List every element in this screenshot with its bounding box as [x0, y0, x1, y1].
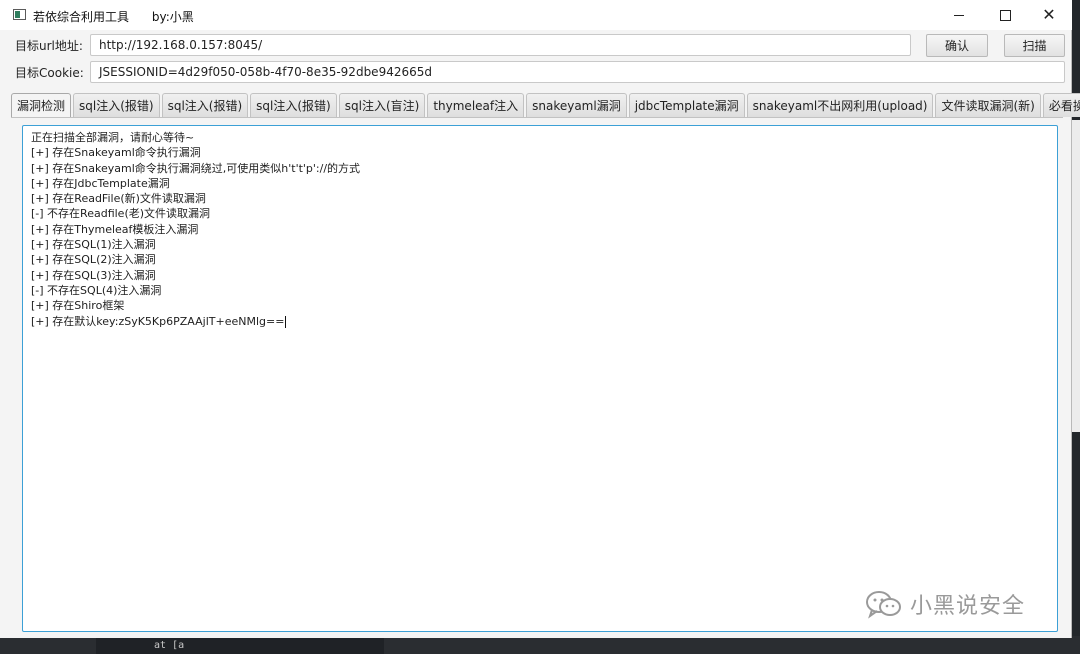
- log-line: [+] 存在Shiro框架: [31, 299, 125, 313]
- log-line: [+] 存在JdbcTemplate漏洞: [31, 176, 170, 190]
- cookie-label: 目标Cookie:: [15, 66, 84, 80]
- tab-sql-error-2[interactable]: sql注入(报错): [161, 93, 249, 117]
- minimize-icon: [954, 14, 964, 16]
- log-line: [+] 存在SQL(1)注入漏洞: [31, 238, 156, 252]
- tab-jdbctemplate[interactable]: jdbcTemplate漏洞: [628, 93, 745, 117]
- tab-bar: 漏洞检测 sql注入(报错) sql注入(报错) sql注入(报错) sql注入…: [11, 93, 1080, 117]
- log-line: [-] 不存在Readfile(老)文件读取漏洞: [31, 207, 211, 221]
- tab-vuln-detect[interactable]: 漏洞检测: [11, 93, 72, 117]
- background-terminal: [96, 638, 384, 654]
- close-button[interactable]: ✕: [1026, 0, 1072, 30]
- wechat-icon: [866, 591, 901, 619]
- log-line: [+] 存在SQL(3)注入漏洞: [31, 268, 156, 282]
- log-line: [+] 存在SQL(2)注入漏洞: [31, 253, 156, 267]
- tab-sql-error-3[interactable]: sql注入(报错): [250, 93, 337, 117]
- text-caret: [285, 315, 287, 328]
- background-window-sliver: [1072, 120, 1080, 432]
- tab-snakeyaml[interactable]: snakeyaml漏洞: [526, 93, 627, 117]
- background-terminal-text: at [a: [154, 640, 185, 651]
- tab-file-read[interactable]: 文件读取漏洞(新): [935, 93, 1041, 117]
- maximize-button[interactable]: [982, 0, 1028, 30]
- cookie-input[interactable]: JSESSIONID=4d29f050-058b-4f70-8e35-92dbe…: [90, 61, 1065, 83]
- maximize-icon: [999, 9, 1011, 21]
- url-input[interactable]: http://192.168.0.157:8045/: [90, 34, 911, 56]
- minimize-button[interactable]: [936, 0, 982, 30]
- app-title: 若依综合利用工具: [33, 10, 130, 24]
- close-icon: ✕: [1042, 5, 1056, 24]
- app-icon: [13, 9, 26, 20]
- log-line: [+] 存在Thymeleaf模板注入漏洞: [31, 222, 199, 236]
- tab-sql-blind[interactable]: sql注入(盲注): [338, 93, 426, 117]
- output-textarea[interactable]: 正在扫描全部漏洞，请耐心等待~ [+] 存在Snakeyaml命令执行漏洞 [+…: [22, 125, 1058, 632]
- author-label: by:小黑: [151, 10, 194, 24]
- log-line: [-] 不存在SQL(4)注入漏洞: [31, 283, 162, 297]
- tab-thymeleaf[interactable]: thymeleaf注入: [427, 93, 525, 117]
- watermark-text: 小黑说安全: [910, 594, 1026, 619]
- tab-sql-error-1[interactable]: sql注入(报错): [73, 93, 160, 117]
- log-line: 正在扫描全部漏洞，请耐心等待~: [31, 131, 195, 144]
- confirm-button[interactable]: 确认: [926, 34, 988, 57]
- url-label: 目标url地址:: [15, 39, 83, 53]
- watermark: 小黑说安全: [864, 588, 1025, 620]
- log-line: [+] 存在Snakeyaml命令执行漏洞绕过,可使用类似h't't'p'://…: [31, 161, 361, 175]
- scan-button[interactable]: 扫描: [1004, 34, 1065, 57]
- title-bar[interactable]: 若依综合利用工具 by:小黑 ✕: [0, 0, 1072, 30]
- window-title: 若依综合利用工具 by:小黑: [33, 8, 194, 25]
- app-window: 若依综合利用工具 by:小黑 ✕ 目标url地址: http://192.168…: [0, 0, 1080, 638]
- tab-instructions[interactable]: 必看操作说明: [1042, 93, 1080, 117]
- tab-divider: [11, 117, 1063, 118]
- log-line: [+] 存在ReadFile(新)文件读取漏洞: [31, 192, 206, 206]
- tab-snakeyaml-upload[interactable]: snakeyaml不出网利用(upload): [746, 93, 934, 117]
- log-line: [+] 存在Snakeyaml命令执行漏洞: [31, 146, 201, 160]
- log-line-text: [+] 存在默认key:zSyK5Kp6PZAAjlT+eeNMlg==: [31, 314, 285, 328]
- log-line-last: [+] 存在默认key:zSyK5Kp6PZAAjlT+eeNMlg==: [31, 314, 1049, 329]
